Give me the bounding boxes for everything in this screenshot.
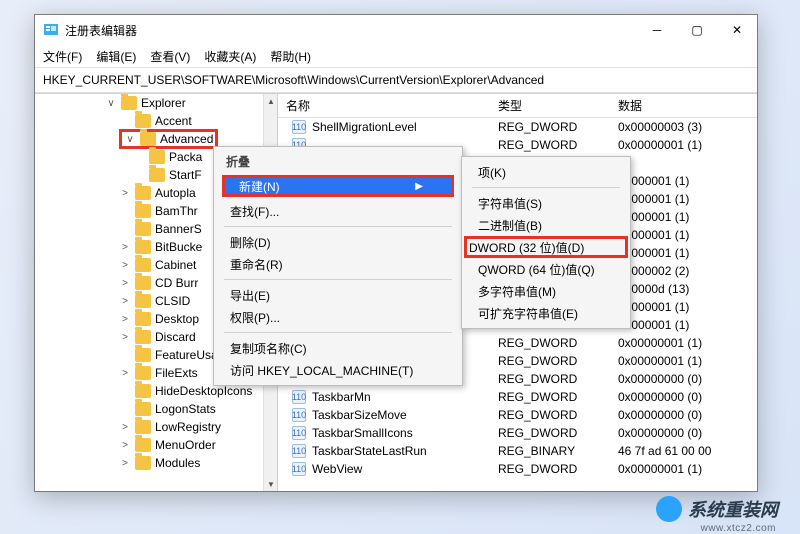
watermark-icon bbox=[656, 496, 682, 522]
context-menu-find[interactable]: 查找(F)... bbox=[216, 200, 460, 222]
dword-icon: 110 bbox=[292, 462, 306, 476]
dword-icon: 110 bbox=[292, 120, 306, 134]
submenu-qword[interactable]: QWORD (64 位)值(Q) bbox=[464, 258, 628, 280]
address-text: HKEY_CURRENT_USER\SOFTWARE\Microsoft\Win… bbox=[43, 73, 544, 87]
dword-icon: 110 bbox=[292, 390, 306, 404]
value-row[interactable]: 110TaskbarMnREG_DWORD0x00000000 (0) bbox=[278, 388, 757, 406]
column-type[interactable]: 类型 bbox=[498, 97, 618, 114]
dword-icon: 110 bbox=[292, 408, 306, 422]
value-row[interactable]: 110WebViewREG_DWORD0x00000001 (1) bbox=[278, 460, 757, 478]
menu-file[interactable]: 文件(F) bbox=[43, 48, 82, 65]
watermark: 系统重装网 bbox=[656, 496, 778, 522]
dword-icon: 110 bbox=[292, 426, 306, 440]
scroll-up-icon[interactable]: ▲ bbox=[264, 94, 278, 108]
close-button[interactable]: ✕ bbox=[717, 15, 757, 45]
menu-view[interactable]: 查看(V) bbox=[150, 48, 190, 65]
submenu-multi-string[interactable]: 多字符串值(M) bbox=[464, 280, 628, 302]
menu-edit[interactable]: 编辑(E) bbox=[96, 48, 136, 65]
dword-icon: 110 bbox=[292, 444, 306, 458]
menu-separator bbox=[224, 332, 452, 333]
submenu-dword[interactable]: DWORD (32 位)值(D) bbox=[464, 236, 628, 258]
watermark-text: 系统重装网 bbox=[688, 496, 778, 522]
tree-item-Explorer[interactable]: ∨Explorer bbox=[35, 94, 277, 112]
address-bar[interactable]: HKEY_CURRENT_USER\SOFTWARE\Microsoft\Win… bbox=[35, 67, 757, 93]
value-row[interactable]: 110TaskbarStateLastRunREG_BINARY46 7f ad… bbox=[278, 442, 757, 460]
window-title: 注册表编辑器 bbox=[65, 22, 637, 39]
menu-separator bbox=[224, 279, 452, 280]
submenu-binary[interactable]: 二进制值(B) bbox=[464, 214, 628, 236]
menu-favorites[interactable]: 收藏夹(A) bbox=[204, 48, 256, 65]
submenu-key[interactable]: 项(K) bbox=[464, 161, 628, 183]
list-header: 名称 类型 数据 bbox=[278, 94, 757, 118]
tree-item-LogonStats[interactable]: LogonStats bbox=[35, 400, 277, 418]
menubar: 文件(F) 编辑(E) 查看(V) 收藏夹(A) 帮助(H) bbox=[35, 45, 757, 67]
titlebar: 注册表编辑器 ─ ▢ ✕ bbox=[35, 15, 757, 45]
tree-item-Accent[interactable]: Accent bbox=[35, 112, 277, 130]
context-menu-header: 折叠 bbox=[216, 151, 460, 172]
tree-item-MenuOrder[interactable]: >MenuOrder bbox=[35, 436, 277, 454]
context-menu-permissions[interactable]: 权限(P)... bbox=[216, 306, 460, 328]
value-row[interactable]: 110TaskbarSizeMoveREG_DWORD0x00000000 (0… bbox=[278, 406, 757, 424]
context-menu-goto-hklm[interactable]: 访问 HKEY_LOCAL_MACHINE(T) bbox=[216, 359, 460, 381]
regedit-icon bbox=[43, 22, 59, 38]
maximize-button[interactable]: ▢ bbox=[677, 15, 717, 45]
submenu-string[interactable]: 字符串值(S) bbox=[464, 192, 628, 214]
context-menu-new-label: 新建(N) bbox=[239, 178, 280, 195]
context-menu-rename[interactable]: 重命名(R) bbox=[216, 253, 460, 275]
column-data[interactable]: 数据 bbox=[618, 97, 757, 114]
column-name[interactable]: 名称 bbox=[278, 97, 498, 114]
context-menu-delete[interactable]: 删除(D) bbox=[216, 231, 460, 253]
new-submenu: 项(K) 字符串值(S) 二进制值(B) DWORD (32 位)值(D) QW… bbox=[461, 156, 631, 329]
menu-separator bbox=[224, 226, 452, 227]
context-menu-export[interactable]: 导出(E) bbox=[216, 284, 460, 306]
context-menu: 折叠 新建(N) ▶ 查找(F)... 删除(D) 重命名(R) 导出(E) 权… bbox=[213, 146, 463, 386]
chevron-right-icon: ▶ bbox=[399, 181, 423, 192]
minimize-button[interactable]: ─ bbox=[637, 15, 677, 45]
value-row[interactable]: 110TaskbarSmallIconsREG_DWORD0x00000000 … bbox=[278, 424, 757, 442]
menu-separator bbox=[472, 187, 620, 188]
watermark-url: www.xtcz2.com bbox=[701, 523, 776, 534]
tree-item-LowRegistry[interactable]: >LowRegistry bbox=[35, 418, 277, 436]
value-row[interactable]: 110ShellMigrationLevelREG_DWORD0x0000000… bbox=[278, 118, 757, 136]
submenu-expand-string[interactable]: 可扩充字符串值(E) bbox=[464, 302, 628, 324]
tree-item-Modules[interactable]: >Modules bbox=[35, 454, 277, 472]
context-menu-copy-key-name[interactable]: 复制项名称(C) bbox=[216, 337, 460, 359]
menu-help[interactable]: 帮助(H) bbox=[270, 48, 311, 65]
context-menu-new[interactable]: 新建(N) ▶ bbox=[222, 175, 454, 197]
scroll-down-icon[interactable]: ▼ bbox=[264, 477, 278, 491]
